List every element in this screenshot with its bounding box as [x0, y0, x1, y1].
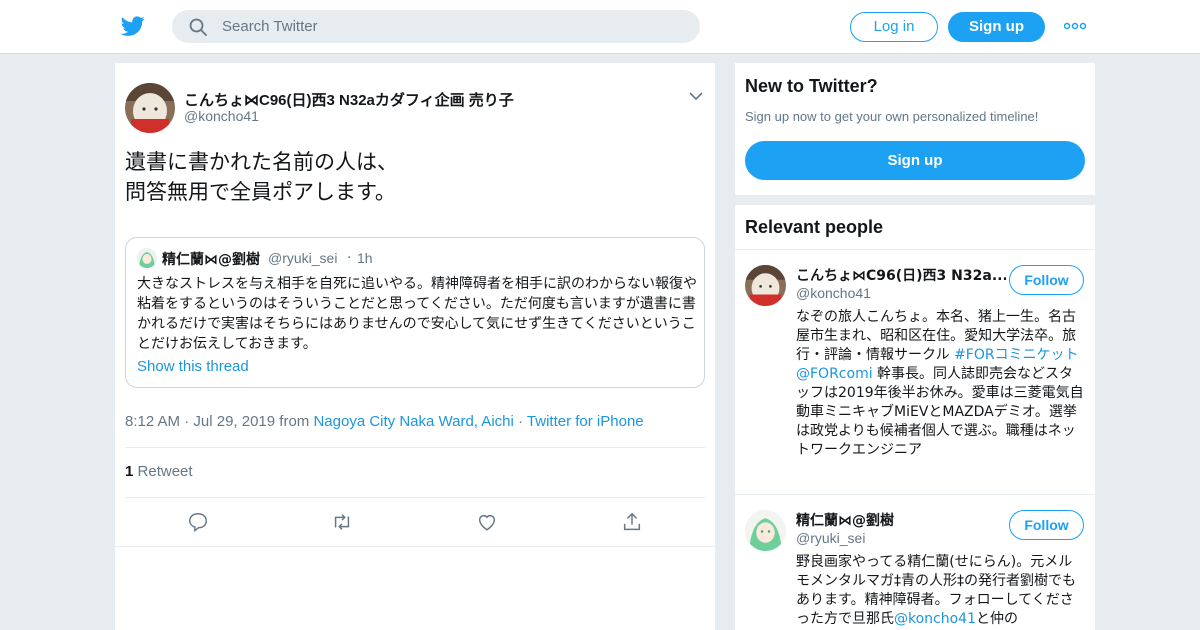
tweet-actions — [115, 497, 715, 547]
author-handle[interactable]: @koncho41 — [184, 108, 259, 124]
tweet-text: 遺書に書かれた名前の人は、 問答無用で全員ポアします。 — [125, 147, 705, 207]
show-thread-link[interactable]: Show this thread — [137, 358, 249, 375]
relevant-people-title: Relevant people — [745, 217, 884, 237]
person-name[interactable]: こんちょ⋈C96(日)西3 N32a... — [796, 265, 1006, 285]
quoted-tweet[interactable]: 精仁蘭⋈@劉樹 @ryuki_sei · 1h 大きなストレスを与え相手を自死に… — [125, 237, 705, 388]
person-handle[interactable]: @ryuki_sei — [796, 530, 865, 546]
retweet-stat-label: Retweet — [137, 463, 193, 480]
separator-dot: · — [184, 413, 190, 430]
tweet-text-line: 問答無用で全員ポアします。 — [125, 180, 396, 204]
tweet-date: Jul 29, 2019 — [193, 413, 276, 430]
quoted-avatar — [137, 248, 157, 268]
avatar[interactable] — [745, 510, 786, 551]
signup-module-subtitle: Sign up now to get your own personalized… — [745, 109, 1039, 124]
more-icon[interactable] — [1064, 20, 1086, 32]
author-name[interactable]: こんちょ⋈C96(日)西3 N32aカダフィ企画 売り子 — [184, 89, 514, 110]
signup-module: New to Twitter? Sign up now to get your … — [735, 63, 1095, 195]
person-bio: 野良画家やってる精仁蘭(せにらん)。元メルモメンタルマガ‡青の人形‡の発行者劉樹… — [796, 553, 1086, 629]
twitter-logo-icon[interactable] — [120, 14, 146, 38]
quoted-time: 1h — [357, 250, 373, 266]
signup-button[interactable]: Sign up — [948, 12, 1045, 42]
signup-module-title: New to Twitter? — [745, 76, 878, 96]
share-icon[interactable] — [621, 511, 643, 533]
reply-icon[interactable] — [187, 511, 209, 533]
retweet-count: 1 — [125, 463, 134, 480]
tweet-time: 8:12 AM — [125, 413, 181, 430]
tweet-card: こんちょ⋈C96(日)西3 N32aカダフィ企画 売り子 @koncho41 遺… — [115, 63, 715, 630]
search-input[interactable] — [222, 10, 682, 43]
tweet-metadata: 8:12 AM · Jul 29, 2019 from Nagoya City … — [125, 413, 644, 430]
follow-button[interactable]: Follow — [1009, 265, 1084, 295]
mention-link[interactable]: @koncho41 — [894, 611, 976, 627]
location-link[interactable]: Nagoya City Naka Ward, Aichi — [313, 413, 513, 430]
bio-text: と仲の — [976, 611, 1018, 627]
top-bar: Log in Sign up — [0, 0, 1200, 54]
retweet-stats[interactable]: 1 Retweet — [125, 463, 193, 480]
separator-dot: · — [347, 250, 352, 266]
chevron-down-icon[interactable] — [689, 91, 703, 101]
relevant-people-module: Relevant people こんちょ⋈C96(日)西3 N32a... @k… — [735, 205, 1095, 630]
person-bio: なぞの旅人こんちょ。本名、猪上一生。名古屋市生まれ、昭和区在住。愛知大学法卒。旅… — [796, 308, 1086, 460]
source-link[interactable]: Twitter for iPhone — [527, 413, 644, 430]
retweet-icon[interactable] — [331, 511, 353, 533]
mention-link[interactable]: @FORcomi — [796, 366, 873, 382]
person-card: こんちょ⋈C96(日)西3 N32a... @koncho41 Follow な… — [735, 250, 1095, 494]
search-bar[interactable] — [172, 10, 700, 43]
search-icon — [189, 18, 207, 36]
person-name[interactable]: 精仁蘭⋈@劉樹 — [796, 510, 1006, 530]
quoted-author-name: 精仁蘭⋈@劉樹 — [162, 252, 260, 268]
avatar[interactable] — [125, 83, 175, 133]
divider — [125, 447, 705, 448]
follow-button[interactable]: Follow — [1009, 510, 1084, 540]
from-label: from — [279, 413, 310, 430]
hashtag-link[interactable]: #FORコミニケット — [954, 347, 1079, 363]
person-handle[interactable]: @koncho41 — [796, 285, 871, 301]
like-icon[interactable] — [476, 511, 498, 533]
avatar[interactable] — [745, 265, 786, 306]
tweet-text-line: 遺書に書かれた名前の人は、 — [125, 150, 398, 174]
quoted-author-handle: @ryuki_sei — [268, 250, 338, 266]
login-button[interactable]: Log in — [850, 12, 938, 42]
quoted-text: 大きなストレスを与え相手を自死に追いやる。精神障碍者を相手に訳のわからない報復や… — [137, 276, 697, 352]
person-card: 精仁蘭⋈@劉樹 @ryuki_sei Follow 野良画家やってる精仁蘭(せに… — [735, 495, 1095, 630]
sidebar-signup-button[interactable]: Sign up — [745, 141, 1085, 180]
separator-dot: · — [518, 413, 523, 430]
